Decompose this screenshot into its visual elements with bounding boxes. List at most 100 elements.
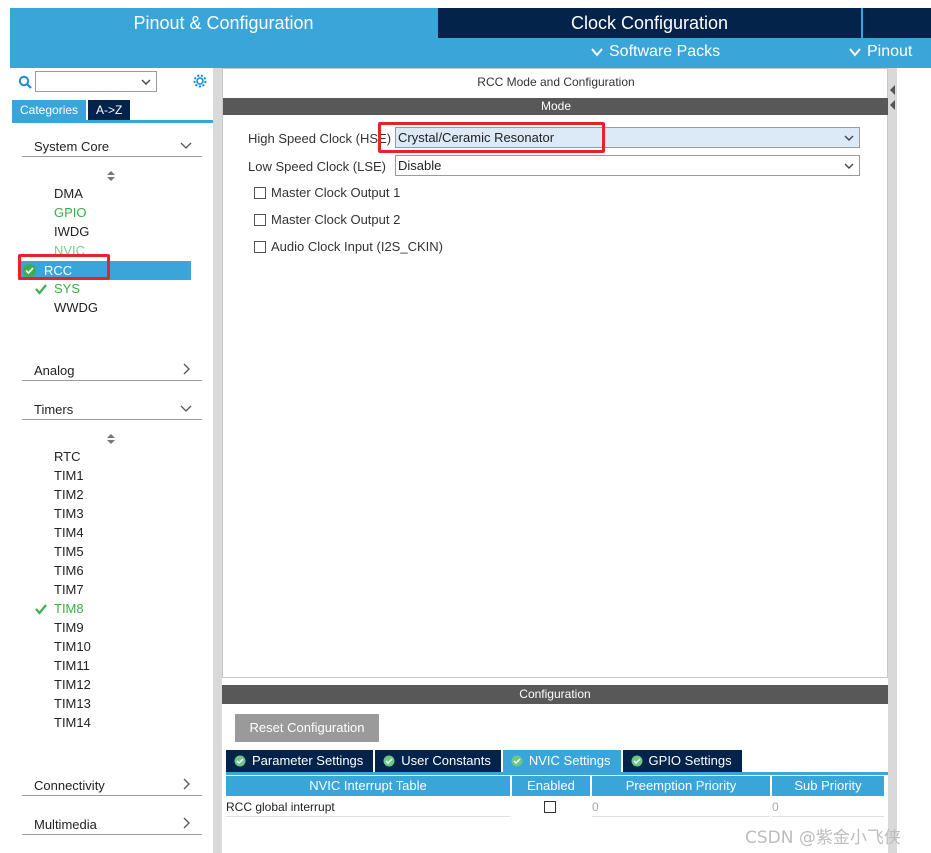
gear-icon[interactable]: [191, 72, 209, 90]
main-scrollbar[interactable]: [888, 68, 897, 853]
scroll-down-arrow-icon[interactable]: [888, 99, 897, 111]
preemption-priority-cell[interactable]: 0: [592, 797, 770, 817]
list-item-iwdg[interactable]: IWDG: [54, 222, 89, 241]
list-item-tim10[interactable]: TIM10: [54, 637, 91, 656]
list-item-tim3[interactable]: TIM3: [54, 504, 84, 523]
interrupt-name-cell: RCC global interrupt: [226, 797, 510, 817]
check-circle-icon: [383, 755, 395, 767]
column-header-enabled[interactable]: Enabled: [512, 776, 590, 796]
column-header-preemption[interactable]: Preemption Priority: [592, 776, 770, 796]
highlight-box-rcc: [18, 254, 110, 280]
group-multimedia[interactable]: Multimedia: [22, 813, 202, 835]
list-item-tim14[interactable]: TIM14: [54, 713, 91, 732]
check-icon: [35, 284, 47, 295]
enabled-checkbox[interactable]: [544, 801, 556, 813]
highlight-box-hse: [378, 122, 605, 153]
checkbox-label: Audio Clock Input (I2S_CKIN): [271, 239, 443, 254]
list-item-wwdg[interactable]: WWDG: [54, 298, 98, 317]
categories-sidebar: Categories A->Z System Core DMA GPIO IWD…: [10, 68, 213, 853]
search-input[interactable]: [35, 71, 157, 92]
tab-label: User Constants: [401, 753, 491, 768]
top-navigation: Pinout & Configuration Clock Configurati…: [10, 8, 931, 68]
group-analog[interactable]: Analog: [22, 359, 202, 381]
checkbox[interactable]: [254, 213, 266, 226]
checkbox[interactable]: [254, 186, 266, 199]
master-clock-output-2-row[interactable]: Master Clock Output 2: [254, 212, 400, 227]
group-title: Multimedia: [34, 817, 97, 832]
tab-nvic-settings[interactable]: NVIC Settings: [502, 750, 621, 772]
watermark-text: CSDN @紫金小飞侠: [745, 828, 901, 848]
check-circle-icon: [511, 755, 523, 767]
group-system-core[interactable]: System Core: [22, 135, 202, 157]
group-title: Analog: [34, 363, 75, 378]
sort-icon[interactable]: [106, 433, 116, 445]
panel-title: RCC Mode and Configuration: [477, 75, 635, 89]
chevron-right-icon: [183, 778, 190, 790]
group-timers[interactable]: Timers: [22, 398, 202, 420]
search-icon[interactable]: [18, 75, 32, 89]
column-header-interrupt[interactable]: NVIC Interrupt Table: [226, 776, 510, 796]
tab-pinout-configuration[interactable]: Pinout & Configuration: [10, 8, 437, 38]
lse-select[interactable]: Disable: [395, 155, 860, 176]
list-item-tim11[interactable]: TIM11: [54, 656, 90, 675]
list-item-tim13[interactable]: TIM13: [54, 694, 91, 713]
scroll-up-arrow-icon[interactable]: [888, 84, 897, 96]
chevron-down-icon: [849, 48, 861, 57]
tab-categories[interactable]: Categories: [12, 100, 87, 120]
sort-icon[interactable]: [106, 170, 116, 182]
tab-parameter-settings[interactable]: Parameter Settings: [226, 750, 374, 772]
group-title: Connectivity: [34, 778, 105, 793]
check-icon: [35, 604, 47, 615]
list-item-tim7[interactable]: TIM7: [54, 580, 84, 599]
pinout-menu-label: Pinout: [867, 43, 913, 60]
list-item-tim12[interactable]: TIM12: [54, 675, 91, 694]
chevron-down-icon: [844, 135, 854, 141]
list-item-dma[interactable]: DMA: [54, 184, 83, 203]
chevron-right-icon: [183, 817, 190, 829]
tab-label: Parameter Settings: [252, 753, 364, 768]
check-circle-icon: [631, 755, 643, 767]
software-packs-label: Software Packs: [609, 43, 721, 60]
sidebar-scrollbar[interactable]: [213, 68, 222, 853]
tab-clock-configuration[interactable]: Clock Configuration: [438, 8, 861, 38]
checkbox-label: Master Clock Output 2: [271, 212, 401, 227]
chevron-right-icon: [183, 363, 190, 375]
reset-configuration-button[interactable]: Reset Configuration: [235, 714, 379, 742]
tab-user-constants[interactable]: User Constants: [375, 750, 501, 772]
audio-clock-input-row[interactable]: Audio Clock Input (I2S_CKIN): [254, 239, 443, 254]
list-item-sys[interactable]: SYS: [54, 279, 80, 298]
chevron-down-icon: [180, 405, 192, 412]
mode-header: Mode: [223, 98, 889, 115]
rcc-mode-panel: RCC Mode and Configuration Mode High Spe…: [222, 68, 889, 678]
group-connectivity[interactable]: Connectivity: [22, 774, 202, 796]
list-item-tim8[interactable]: TIM8: [54, 599, 84, 618]
list-item-tim5[interactable]: TIM5: [54, 542, 84, 561]
list-item-tim1[interactable]: TIM1: [54, 466, 84, 485]
tab-extra[interactable]: [863, 8, 931, 38]
lse-value: Disable: [398, 158, 442, 173]
group-title: Timers: [34, 402, 74, 417]
check-circle-icon: [234, 755, 246, 767]
configuration-header: Configuration: [222, 685, 888, 704]
tab-a-to-z[interactable]: A->Z: [88, 100, 131, 120]
list-item-rtc[interactable]: RTC: [54, 447, 80, 466]
list-item-tim6[interactable]: TIM6: [54, 561, 84, 580]
tab-gpio-settings[interactable]: GPIO Settings: [622, 750, 742, 772]
chevron-down-icon: [180, 142, 192, 149]
list-item-tim9[interactable]: TIM9: [54, 618, 84, 637]
hse-label: High Speed Clock (HSE): [248, 131, 392, 146]
list-item-gpio[interactable]: GPIO: [54, 203, 87, 222]
group-title: System Core: [34, 139, 110, 154]
tab-label: GPIO Settings: [648, 753, 732, 768]
tab-label: NVIC Settings: [528, 753, 611, 768]
lse-label: Low Speed Clock (LSE): [248, 159, 387, 174]
list-item-tim4[interactable]: TIM4: [54, 523, 84, 542]
tab-underline: [226, 772, 888, 775]
pinout-menu[interactable]: Pinout: [848, 43, 912, 61]
software-packs-menu[interactable]: Software Packs: [590, 43, 720, 61]
list-item-tim2[interactable]: TIM2: [54, 485, 84, 504]
checkbox[interactable]: [254, 240, 266, 253]
column-header-sub-priority[interactable]: Sub Priority: [772, 776, 884, 796]
master-clock-output-1-row[interactable]: Master Clock Output 1: [254, 185, 400, 200]
sub-priority-cell[interactable]: 0: [772, 797, 884, 817]
